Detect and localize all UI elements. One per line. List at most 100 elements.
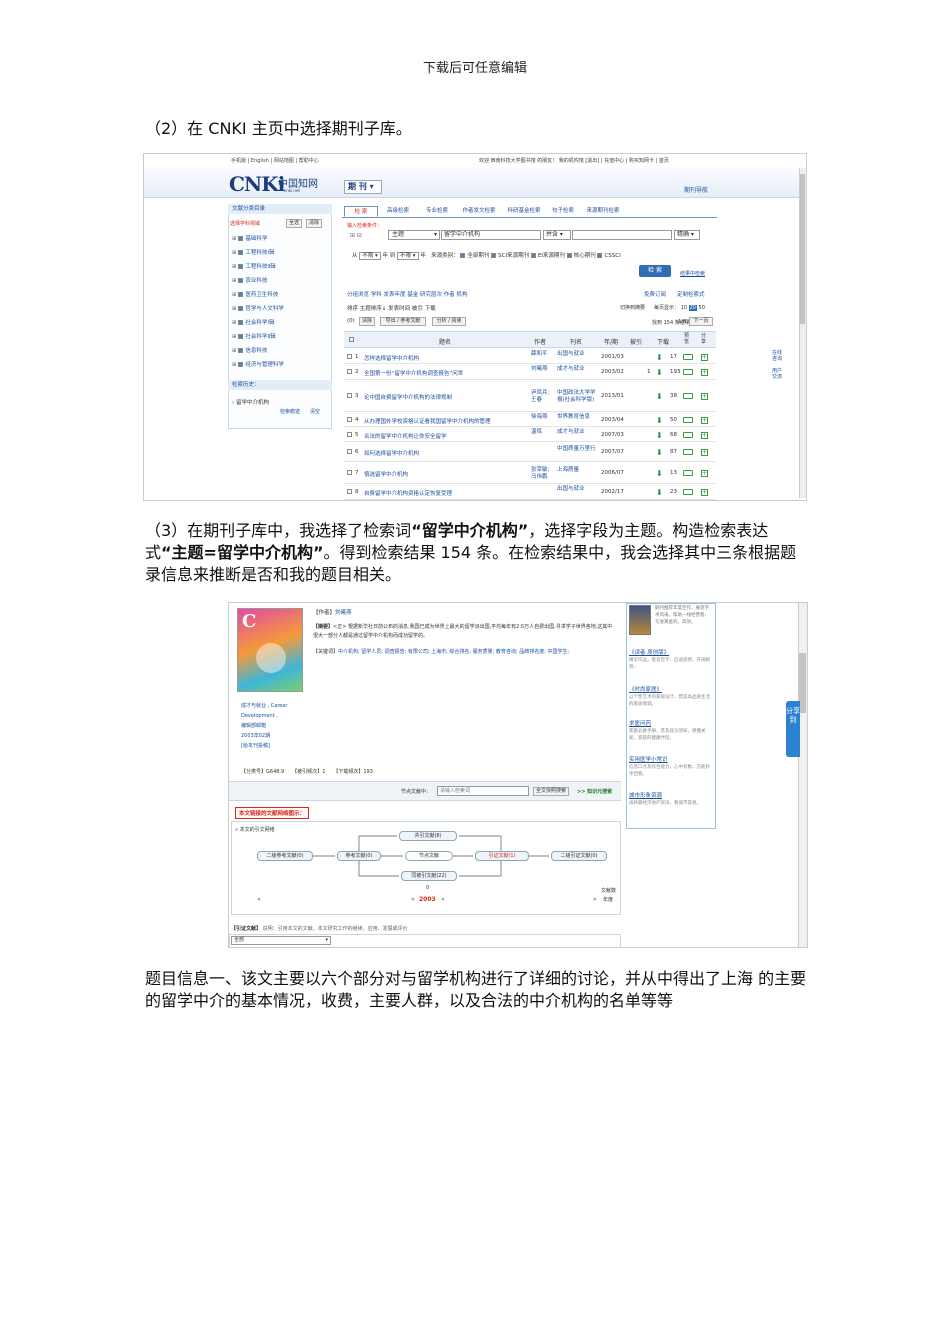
row-author[interactable]: 刘曦燕 <box>531 366 553 373</box>
row-checkbox[interactable] <box>347 393 352 398</box>
row-journal[interactable]: 成才与就业 <box>557 429 597 436</box>
row-author[interactable]: 徐海燕 <box>531 414 553 421</box>
row-author[interactable]: 薛和平 <box>531 351 553 358</box>
result-row[interactable]: 7 慎选留学中介机构 张宰敏; 马伟鹏 上海质量 2006/07 ⬇ 13 + <box>344 462 716 484</box>
detail-scrollbar-thumb[interactable] <box>799 653 806 713</box>
row-title-link[interactable]: 全国第一份“留学中介机构调查报告”问世 <box>364 369 529 377</box>
download-icon[interactable]: ⬇ <box>656 368 663 377</box>
preview-icon[interactable] <box>683 431 693 438</box>
journal-info-line[interactable]: 2003年02期 <box>241 731 287 741</box>
next-page-button[interactable]: 下一页 <box>689 317 713 326</box>
row-checkbox[interactable] <box>347 431 352 437</box>
row-title-link[interactable]: 慎选留学中介机构 <box>364 470 529 478</box>
category-item[interactable]: ⊞ 基础科学 <box>232 234 267 242</box>
free-subscribe-link[interactable]: 免费订阅 <box>644 290 666 298</box>
query-input[interactable]: 留学中介机构 <box>441 230 541 240</box>
row-title-link[interactable]: 自费留学中介机构资格认定恢复受理 <box>364 489 529 497</box>
recommend-link[interactable]: 城市形象资源 <box>629 791 662 799</box>
knowledge-search-link[interactable]: >> 知识元搜索 <box>577 788 612 795</box>
toplink-sitemap[interactable]: 网站地图 <box>274 158 294 164</box>
row-checkbox[interactable] <box>347 470 352 475</box>
custom-search-link[interactable]: 定制检索式 <box>677 290 705 298</box>
category-clear-button[interactable]: 清除 <box>306 219 322 228</box>
recommend-cover-image[interactable] <box>629 605 651 635</box>
journal-info[interactable]: 成才与就业 , Career Development , 编辑部邮箱 2003年02期… <box>241 701 287 751</box>
source-checkbox[interactable]: EI来源期刊 <box>529 253 565 259</box>
row-checkbox[interactable] <box>347 353 352 359</box>
category-item[interactable]: ⊞ 经济与管理科学 <box>232 360 284 368</box>
download-icon[interactable]: ⬇ <box>656 353 663 362</box>
col-cite[interactable]: 被引 <box>630 337 642 346</box>
col-date[interactable]: 年/期 <box>604 337 618 346</box>
row-title-link[interactable]: 从办理国外学校资格认证看我国留学中介机构的管理 <box>364 417 529 425</box>
result-row[interactable]: 2 全国第一份“留学中介机构调查报告”问世 刘曦燕 成才与就业 2003/02 1 ⬇ 193… <box>344 364 716 380</box>
row-checkbox[interactable] <box>347 449 352 454</box>
row-author[interactable]: 张宰敏; 马伟鹏 <box>531 467 553 481</box>
year-from-select[interactable]: 不限 ▾ <box>359 252 381 260</box>
row-title-link[interactable]: 怎样选择留学中介机构 <box>364 354 529 362</box>
download-icon[interactable]: ⬇ <box>656 469 663 478</box>
row-journal[interactable]: 成才与就业 <box>557 366 597 373</box>
preview-icon[interactable] <box>683 369 693 375</box>
per-page-10[interactable]: 10 <box>681 305 687 311</box>
row-checkbox[interactable] <box>347 489 352 494</box>
tab-2[interactable]: 专业检索 <box>418 206 456 217</box>
recommend-link[interactable]: 实用医学小常识 <box>629 755 668 763</box>
download-icon[interactable]: ⬇ <box>656 488 663 497</box>
tab-4[interactable]: 科研基金检索 <box>502 206 546 217</box>
preview-icon[interactable] <box>683 489 693 495</box>
author-link[interactable]: 刘曦燕 <box>335 610 352 616</box>
share-tab[interactable]: 分享到 <box>786 701 800 757</box>
preview-icon[interactable] <box>683 470 693 476</box>
result-row[interactable]: 4 从办理国外学校资格认证看我国留学中介机构的管理 徐海燕 世界教育信息 2003/04… <box>344 412 716 427</box>
per-page-20[interactable]: 20 <box>688 305 697 311</box>
history-item[interactable]: › 留学中介机构 <box>232 398 269 406</box>
preview-icon[interactable] <box>683 416 693 423</box>
category-item[interactable]: ⊞ 社会科学Ⅰ辑 <box>232 318 274 326</box>
row-journal[interactable]: 出国与就业 <box>557 351 597 358</box>
history-more-link[interactable]: 检索痕迹 <box>280 408 300 415</box>
recommend-link[interactable]: 求医问药 <box>629 719 651 727</box>
analyze-button[interactable]: 分析 / 阅读 <box>432 317 466 326</box>
share-plus-icon[interactable]: + <box>701 470 708 477</box>
row-author[interactable]: 尹凤兵; 王春 <box>531 390 553 404</box>
group-bar[interactable]: 分组浏览 学科 发表年度 基金 研究层次 作者 机构 <box>347 290 468 298</box>
journal-cover-image[interactable]: C <box>237 608 303 692</box>
result-row[interactable]: 1 怎样选择留学中介机构 薛和平 出国与就业 2001/03 ⬇ 17 + <box>344 349 716 364</box>
tab-5[interactable]: 句子检索 <box>546 206 580 217</box>
row-title-link[interactable]: 如何选择留学中介机构 <box>364 449 529 457</box>
source-checkbox[interactable]: 全部期刊 <box>460 253 489 259</box>
category-item[interactable]: ⊞ 信息科技 <box>232 346 267 354</box>
preview-icon[interactable] <box>683 353 693 360</box>
journal-info-line[interactable]: 编辑部邮箱 <box>241 721 287 731</box>
recommend-link[interactable]: 《读者 原创版》 <box>629 648 669 656</box>
share-plus-icon[interactable]: + <box>701 393 708 400</box>
query-input-2[interactable] <box>572 230 672 240</box>
switch-abstract-link[interactable]: 切换到摘要 <box>620 304 645 311</box>
row-journal[interactable]: 世界教育信息 <box>557 414 597 421</box>
share-plus-icon[interactable]: + <box>701 416 708 424</box>
category-item[interactable]: ⊞ 工程科技Ⅱ辑 <box>232 262 276 270</box>
journal-info-line[interactable]: 成才与就业 , Career <box>241 701 287 711</box>
category-item[interactable]: ⊞ 医药卫生科技 <box>232 290 278 298</box>
field-select[interactable]: 主题 ▾ <box>388 230 440 240</box>
clear-selection-button[interactable]: 清除 <box>359 317 375 326</box>
row-author[interactable]: 温晖 <box>531 429 553 436</box>
toplink-english[interactable]: English <box>251 158 269 164</box>
axis-right-arrow[interactable]: « <box>441 896 445 903</box>
share-plus-icon[interactable]: + <box>701 353 708 361</box>
result-row[interactable]: 5 合法的留学中介机构让你安全留学 温晖 成才与就业 2007/03 ⬇ 68 + <box>344 427 716 442</box>
match-select[interactable]: 精确 ▾ <box>674 230 700 240</box>
tab-6[interactable]: 来源期刊检索 <box>580 206 626 217</box>
result-row[interactable]: 6 如何选择留学中介机构 中国质量万里行 2007/07 ⬇ 87 + <box>344 442 716 462</box>
col-title[interactable]: 题名 <box>439 337 451 346</box>
col-journal[interactable]: 刊名 <box>570 337 582 346</box>
recommend-link[interactable]: 《时尚家居》 <box>629 685 662 693</box>
share-plus-icon[interactable]: + <box>701 489 708 496</box>
journal-info-line[interactable]: [给本刊投稿] <box>241 741 287 751</box>
journal-nav-link[interactable]: 期刊导航 <box>684 185 708 194</box>
citing-filter-select[interactable]: 全部 ▾ <box>231 936 331 945</box>
axis-next-icon[interactable]: » <box>593 896 597 903</box>
user-exchange-link[interactable]: 用户交流 <box>772 368 786 380</box>
download-icon[interactable]: ⬇ <box>656 431 663 440</box>
